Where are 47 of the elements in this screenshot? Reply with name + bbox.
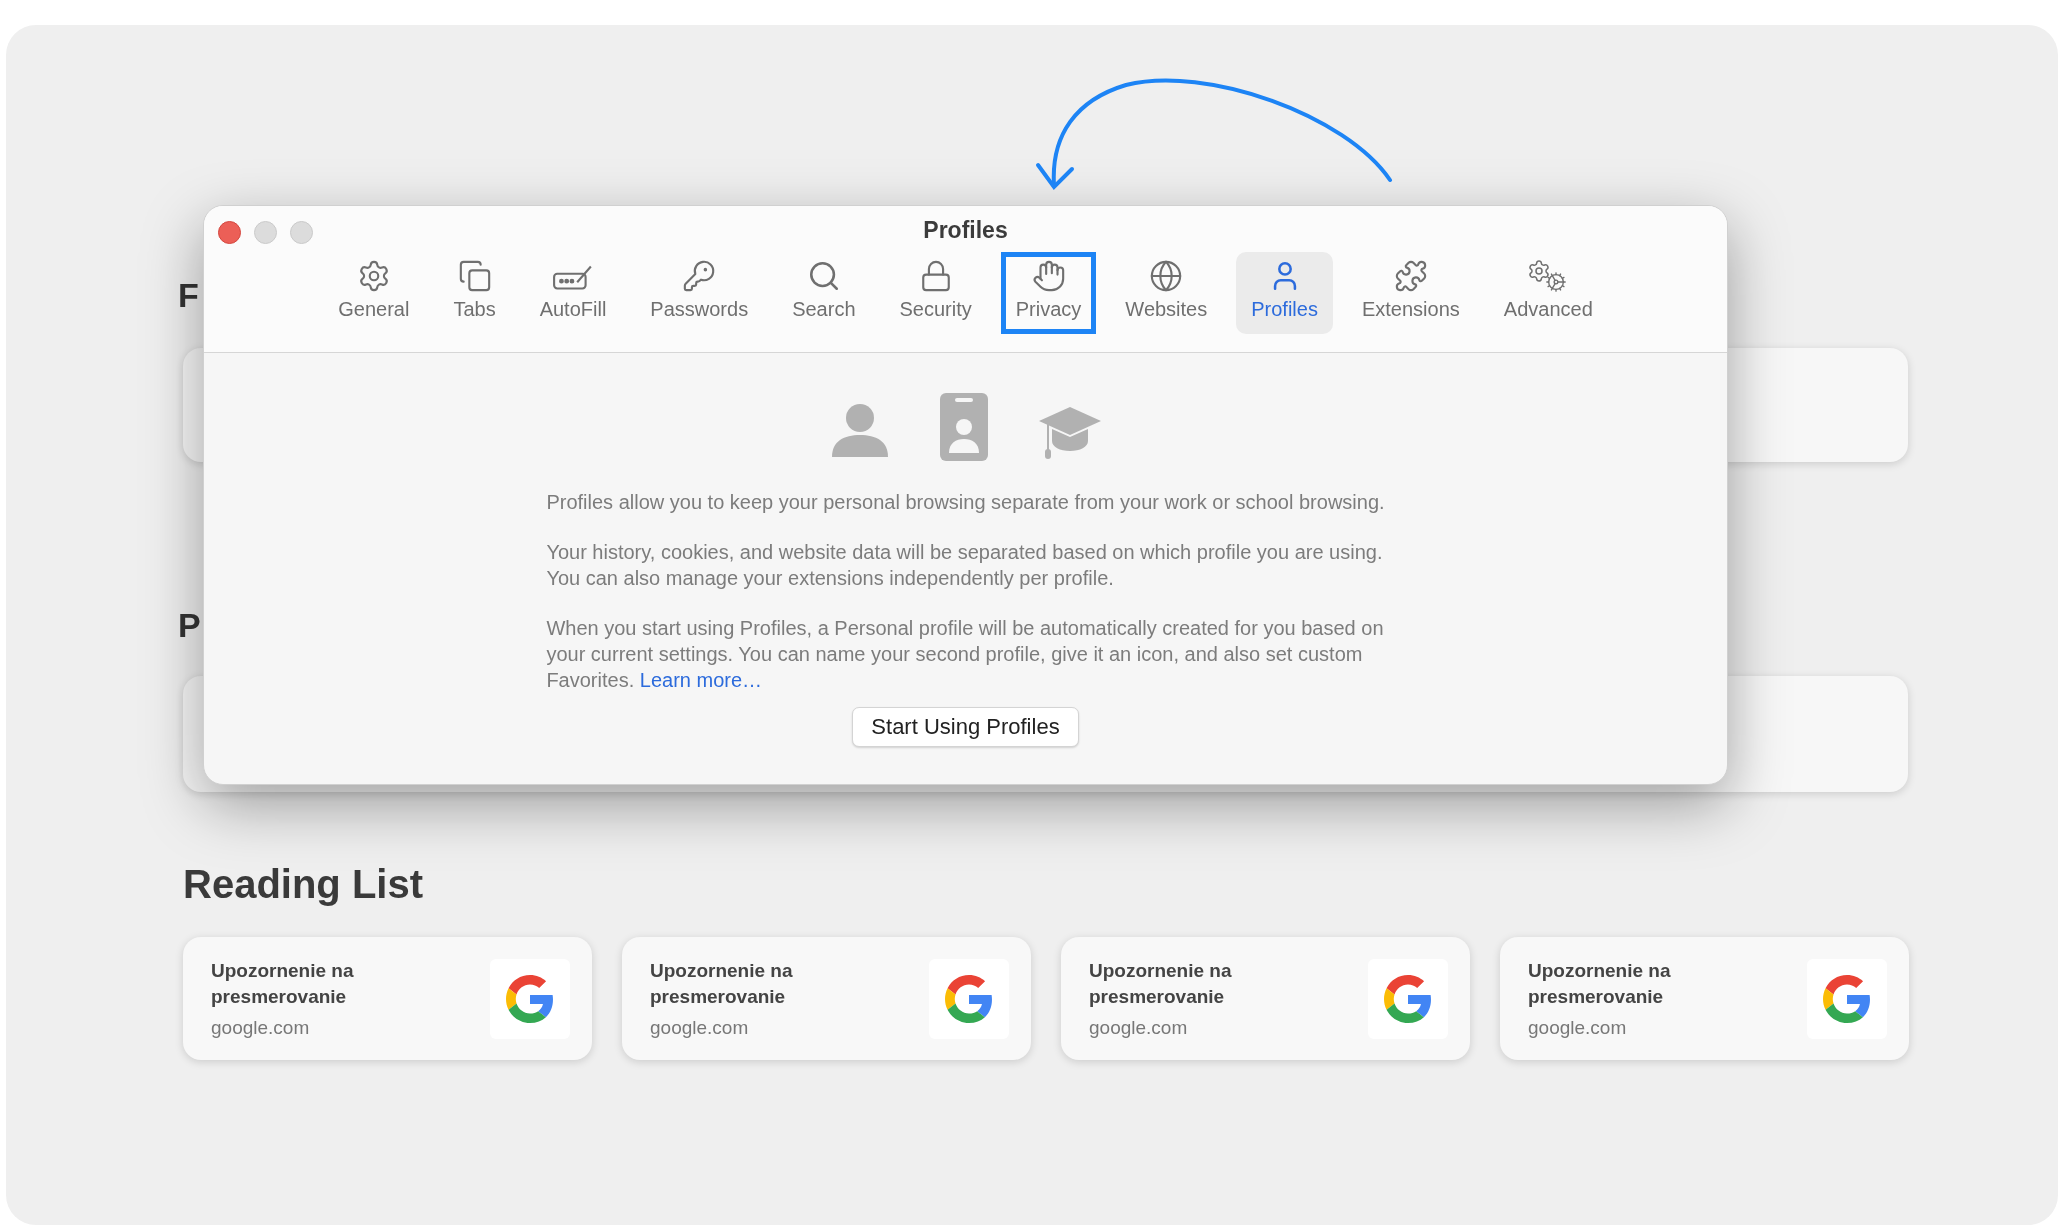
description-paragraph: When you start using Profiles, a Personal profile will be automatically created for you based on your current settings. You can name your second profile, give it an icon, and also set custom Favorites. Learn more… [546,616,1385,693]
google-logo-icon [945,974,993,1023]
preferences-tab[interactable]: Extensions [1346,252,1475,334]
reading-item-domain: google.com [1089,1015,1189,1040]
preferences-tab[interactable]: General [323,252,425,334]
google-logo-icon [506,974,554,1023]
preferences-tab[interactable]: Advanced [1488,252,1608,334]
tabs-icon [457,259,492,293]
reading-item-title: Upozornenie na presmerovanie [650,958,794,1009]
close-button[interactable] [218,221,241,244]
id-badge-icon [939,393,988,461]
learn-more-link[interactable]: Learn more… [639,669,763,691]
zoom-button[interactable] [290,221,313,244]
reading-item-domain: google.com [1528,1015,1628,1040]
reading-item-domain: google.com [650,1015,750,1040]
minimize-button[interactable] [254,221,277,244]
preferences-tab[interactable]: AutoFill [524,252,622,334]
autofill-field-icon [552,263,594,293]
reading-list-card[interactable]: Upozornenie na presmerovanie google.com [1500,937,1909,1060]
reading-item-title: Upozornenie na presmerovanie [1528,958,1672,1009]
section-heading: P [178,605,201,646]
description-paragraph: Profiles allow you to keep your personal browsing separate from your work or school browsing. [546,490,1385,515]
preferences-tab[interactable]: Privacy [1000,252,1097,334]
preferences-tab[interactable]: Passwords [635,252,764,334]
puzzle-icon [1393,259,1428,293]
key-icon [682,259,717,293]
reading-list-card[interactable]: Upozornenie na presmerovanie google.com [1061,937,1470,1060]
reading-item-title: Upozornenie na presmerovanie [1089,958,1233,1009]
reading-list-card[interactable]: Upozornenie na presmerovanie google.com [183,937,592,1060]
preferences-tab[interactable]: Websites [1110,252,1223,334]
graduation-cap-icon [1037,405,1102,461]
reading-item-domain: google.com [211,1015,311,1040]
preferences-tab[interactable]: Security [884,252,987,334]
hand-icon [1031,259,1066,293]
preferences-tab[interactable]: Tabs [438,252,511,334]
start-using-profiles-button[interactable]: Start Using Profiles [852,707,1079,747]
reading-item-title: Upozornenie na presmerovanie [211,958,355,1009]
description-paragraph: Your history, cookies, and website data will be separated based on which profile you are using. You can also manage your extensions independently per profile. [546,540,1384,591]
google-logo-icon [1823,974,1871,1023]
section-heading: F [178,275,199,316]
globe-icon [1149,259,1184,293]
reading-list-card[interactable]: Upozornenie na presmerovanie google.com [622,937,1031,1060]
preferences-tab[interactable]: Profiles [1236,252,1333,334]
window-title: Profiles [923,216,1008,244]
google-logo-icon [1384,974,1432,1023]
reading-list-heading: Reading List [183,861,424,908]
preferences-tab[interactable]: Search [777,252,871,334]
